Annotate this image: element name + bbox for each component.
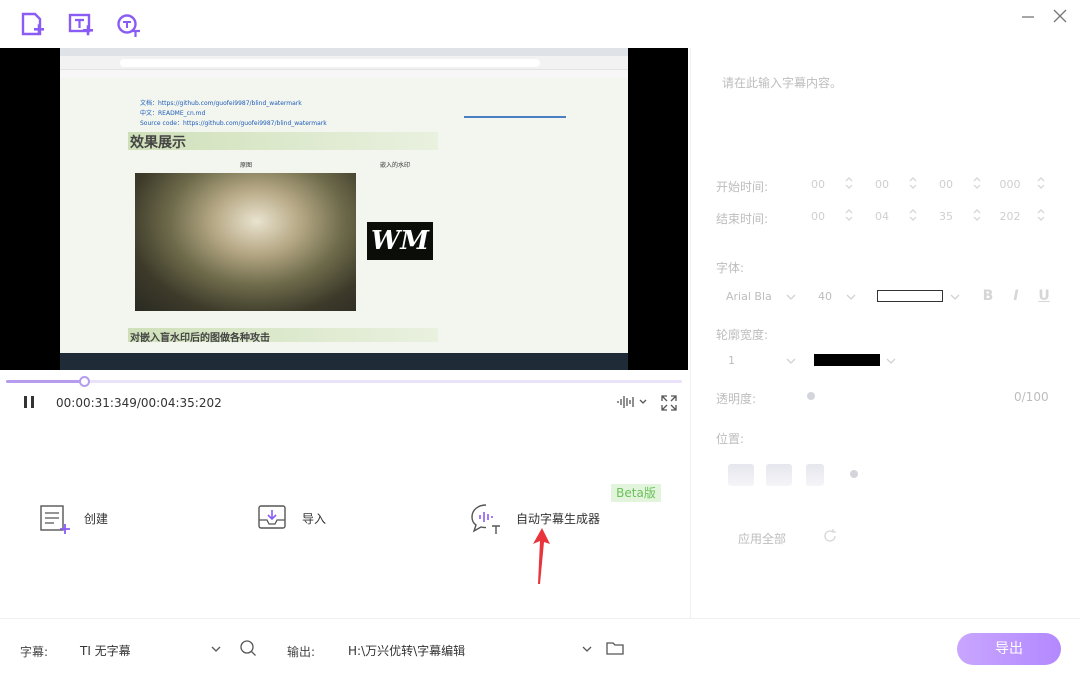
spinner-icon[interactable]	[1037, 176, 1045, 190]
chevron-down-icon[interactable]	[786, 293, 796, 301]
doc-bullet: 中文：README_cn.md	[140, 110, 206, 117]
end-minutes[interactable]: 04	[872, 210, 892, 223]
folder-icon[interactable]	[606, 639, 624, 657]
column-label-original: 原图	[240, 162, 253, 169]
font-label: 字体:	[716, 261, 745, 275]
outline-width-label: 轮廓宽度:	[716, 328, 769, 342]
subtitle-dropdown-chevron-icon[interactable]	[211, 645, 221, 653]
bold-button[interactable]: B	[980, 288, 996, 304]
toc-indicator	[464, 116, 566, 118]
browser-tab-strip	[60, 48, 628, 56]
chevron-down-icon[interactable]	[786, 357, 796, 365]
audio-waveform-button[interactable]	[616, 393, 650, 411]
pause-icon	[24, 396, 34, 408]
end-milliseconds[interactable]: 202	[998, 210, 1022, 223]
start-seconds[interactable]: 00	[936, 178, 956, 191]
column-label-watermark: 嵌入的水印	[380, 162, 411, 169]
font-color-swatch[interactable]	[877, 290, 943, 302]
output-path[interactable]: H:\万兴优转\字幕编辑	[348, 642, 465, 659]
italic-button[interactable]: I	[1008, 288, 1024, 304]
doc-bullet: Source code：https://github.com/guofei998…	[140, 120, 327, 127]
timecode: 00:00:31:349/00:04:35:202	[56, 396, 222, 410]
minimize-icon[interactable]	[1020, 8, 1036, 24]
annotation-arrow	[533, 528, 550, 584]
import-label: 导入	[302, 512, 327, 526]
sample-painting	[135, 173, 356, 311]
font-size-select[interactable]: 40	[818, 290, 832, 303]
underline-button[interactable]: U	[1036, 288, 1052, 304]
progress-handle[interactable]	[78, 376, 90, 387]
search-icon[interactable]	[239, 639, 257, 657]
video-preview[interactable]: 文档：https://github.com/guofei9987/blind_w…	[0, 48, 688, 370]
spinner-icon[interactable]	[845, 176, 853, 190]
output-dropdown-chevron-icon[interactable]	[582, 645, 592, 653]
close-icon[interactable]	[1052, 8, 1068, 24]
import-subtitle-button[interactable]: 导入	[256, 502, 366, 536]
start-minutes[interactable]: 00	[872, 178, 892, 191]
create-subtitle-button[interactable]: 创建	[38, 502, 148, 536]
opacity-slider-handle[interactable]	[807, 392, 815, 400]
doc-bullet: 文档：https://github.com/guofei9987/blind_w…	[140, 100, 302, 107]
doc-heading-2: 对嵌入盲水印后的图做各种攻击	[130, 333, 270, 344]
subtitle-label: 字幕:	[20, 645, 49, 659]
spinner-icon[interactable]	[909, 176, 917, 190]
position-top-icon[interactable]	[728, 464, 754, 486]
spinner-icon[interactable]	[973, 176, 981, 190]
windows-taskbar	[60, 353, 628, 370]
bottom-bar: 字幕: TI 无字幕 输出: H:\万兴优转\字幕编辑 导出	[0, 618, 1080, 680]
end-time-label: 结束时间:	[716, 212, 769, 226]
spinner-icon[interactable]	[845, 208, 853, 222]
subtitle-text-input[interactable]: 请在此输入字幕内容。	[722, 74, 842, 91]
progress-bar[interactable]	[6, 376, 682, 387]
export-button[interactable]: 导出	[957, 633, 1061, 665]
panel-divider	[690, 48, 691, 618]
font-family-select[interactable]: Arial Bla	[726, 290, 772, 303]
waveform-icon	[617, 396, 647, 408]
position-middle-icon[interactable]	[766, 464, 792, 486]
end-seconds[interactable]: 35	[936, 210, 956, 223]
position-slider-handle[interactable]	[850, 470, 858, 478]
spinner-icon[interactable]	[1037, 208, 1045, 222]
refresh-icon[interactable]	[822, 528, 838, 544]
opacity-label: 透明度:	[716, 392, 757, 406]
auto-subtitle-generator-label: 自动字幕生成器	[516, 512, 601, 526]
doc-heading: 效果展示	[130, 135, 186, 151]
add-subtitle-icon[interactable]	[68, 12, 94, 38]
auto-subtitle-generator-icon	[471, 504, 500, 534]
new-file-icon[interactable]	[20, 12, 46, 38]
chevron-down-icon[interactable]	[950, 293, 960, 301]
video-frame: 文档：https://github.com/guofei9987/blind_w…	[60, 48, 628, 370]
auto-subtitle-icon[interactable]	[116, 12, 142, 38]
pause-button[interactable]	[20, 393, 38, 411]
position-label: 位置:	[716, 432, 745, 446]
chevron-down-icon[interactable]	[886, 357, 896, 365]
browser-address-bar	[60, 56, 628, 70]
watermark-image: WM	[367, 222, 433, 260]
browser-bookmarks-bar	[60, 70, 628, 78]
start-hours[interactable]: 00	[808, 178, 828, 191]
outline-color-swatch[interactable]	[814, 354, 880, 366]
spinner-icon[interactable]	[973, 208, 981, 222]
progress-fill	[6, 380, 84, 383]
start-milliseconds[interactable]: 000	[998, 178, 1022, 191]
beta-badge: Beta版	[611, 484, 661, 502]
end-hours[interactable]: 00	[808, 210, 828, 223]
start-time-label: 开始时间:	[716, 180, 769, 194]
subtitle-select[interactable]: TI 无字幕	[80, 642, 131, 659]
import-icon	[258, 505, 286, 529]
position-bottom-icon[interactable]	[806, 464, 824, 486]
apply-all-button[interactable]: 应用全部	[738, 530, 786, 547]
fullscreen-button[interactable]	[660, 394, 678, 412]
spinner-icon[interactable]	[909, 208, 917, 222]
create-icon	[40, 505, 70, 534]
top-toolbar	[0, 0, 1080, 48]
output-label: 输出:	[287, 645, 316, 659]
chevron-down-icon[interactable]	[846, 293, 856, 301]
opacity-value: 0/100	[1014, 390, 1049, 404]
create-label: 创建	[84, 512, 109, 526]
outline-width-select[interactable]: 1	[728, 354, 735, 367]
fullscreen-icon	[661, 395, 677, 411]
